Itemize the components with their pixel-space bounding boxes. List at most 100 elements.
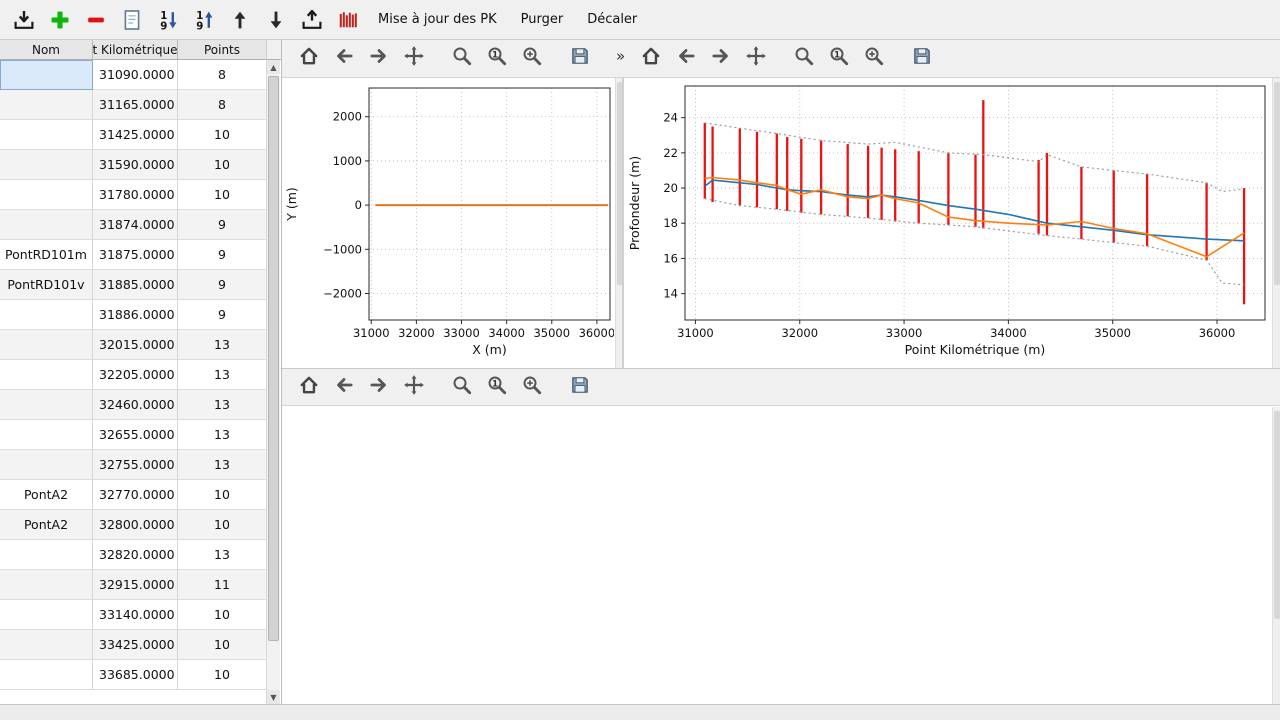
- table-cell[interactable]: PontRD101v: [0, 270, 93, 300]
- table-cell[interactable]: [0, 420, 93, 450]
- table-cell[interactable]: 31874.0000: [93, 210, 178, 240]
- edit-button[interactable]: [118, 6, 146, 34]
- table-cell[interactable]: 31090.0000: [93, 60, 178, 90]
- forward-button[interactable]: [366, 372, 392, 398]
- table-cell[interactable]: 10: [178, 660, 267, 690]
- table-cell[interactable]: 31590.0000: [93, 150, 178, 180]
- table-cell[interactable]: [0, 60, 93, 90]
- forward-button[interactable]: [708, 43, 734, 69]
- forward-button[interactable]: [366, 43, 392, 69]
- table-cell[interactable]: 8: [178, 60, 267, 90]
- table-cell[interactable]: 32820.0000: [93, 540, 178, 570]
- table-cell[interactable]: 31425.0000: [93, 120, 178, 150]
- table-cell[interactable]: 11: [178, 570, 267, 600]
- table-cell[interactable]: 13: [178, 360, 267, 390]
- table-cell[interactable]: 32015.0000: [93, 330, 178, 360]
- table-cell[interactable]: 32770.0000: [93, 480, 178, 510]
- add-button[interactable]: [46, 6, 74, 34]
- table-cell[interactable]: 10: [178, 120, 267, 150]
- table-cell[interactable]: 31885.0000: [93, 270, 178, 300]
- table-cell[interactable]: 13: [178, 540, 267, 570]
- empty-plot-area[interactable]: [282, 407, 1272, 704]
- table-cell[interactable]: 13: [178, 420, 267, 450]
- table-cell[interactable]: [0, 600, 93, 630]
- table-cell[interactable]: 32205.0000: [93, 360, 178, 390]
- table-cell[interactable]: 33140.0000: [93, 600, 178, 630]
- table-cell[interactable]: 32460.0000: [93, 390, 178, 420]
- table-cell[interactable]: 32655.0000: [93, 420, 178, 450]
- pan-button[interactable]: [743, 43, 769, 69]
- pan-button[interactable]: [401, 372, 427, 398]
- plots-divider[interactable]: [622, 78, 624, 368]
- bottom-plot-scrollbar[interactable]: [1272, 407, 1280, 704]
- table-cell[interactable]: [0, 390, 93, 420]
- update-pk-button[interactable]: Mise à jour des PK: [370, 6, 505, 33]
- table-cell[interactable]: [0, 630, 93, 660]
- zoom-button[interactable]: [791, 43, 817, 69]
- table-scrollbar[interactable]: ▲ ▼: [266, 60, 280, 704]
- table-cell[interactable]: 10: [178, 630, 267, 660]
- table-cell[interactable]: PontA2: [0, 510, 93, 540]
- sort-ascending-button[interactable]: 1 9: [190, 6, 218, 34]
- table-cell[interactable]: PontRD101m: [0, 240, 93, 270]
- table-cell[interactable]: 13: [178, 390, 267, 420]
- zoom-one-button[interactable]: 1: [484, 372, 510, 398]
- table-cell[interactable]: [0, 300, 93, 330]
- save-button[interactable]: [909, 43, 935, 69]
- home-button[interactable]: [296, 372, 322, 398]
- zoom-button[interactable]: [449, 43, 475, 69]
- move-down-button[interactable]: [262, 6, 290, 34]
- table-cell[interactable]: 13: [178, 330, 267, 360]
- table-cell[interactable]: 10: [178, 150, 267, 180]
- profile-plot-canvas[interactable]: 3100032000330003400035000360001416182022…: [625, 78, 1273, 368]
- table-cell[interactable]: 31886.0000: [93, 300, 178, 330]
- table-cell[interactable]: [0, 450, 93, 480]
- trace-plot-canvas[interactable]: 310003200033000340003500036000−2000−1000…: [282, 78, 615, 368]
- zoom-one-button[interactable]: 1: [826, 43, 852, 69]
- zoom-rect-button[interactable]: [519, 372, 545, 398]
- table-cell[interactable]: [0, 120, 93, 150]
- table-cell[interactable]: 9: [178, 240, 267, 270]
- table-cell[interactable]: 31165.0000: [93, 90, 178, 120]
- table-cell[interactable]: [0, 90, 93, 120]
- table-cell[interactable]: 32755.0000: [93, 450, 178, 480]
- table-cell[interactable]: 33425.0000: [93, 630, 178, 660]
- table-cell[interactable]: 31875.0000: [93, 240, 178, 270]
- table-cell[interactable]: 9: [178, 300, 267, 330]
- table-cell[interactable]: [0, 570, 93, 600]
- home-button[interactable]: [296, 43, 322, 69]
- save-button[interactable]: [567, 372, 593, 398]
- table-cell[interactable]: 9: [178, 210, 267, 240]
- zoom-rect-button[interactable]: [519, 43, 545, 69]
- pan-button[interactable]: [401, 43, 427, 69]
- table-cell[interactable]: 13: [178, 450, 267, 480]
- scroll-down-arrow-icon[interactable]: ▼: [267, 690, 280, 704]
- table-cell[interactable]: [0, 540, 93, 570]
- profiles-button[interactable]: [334, 6, 362, 34]
- table-cell[interactable]: 32915.0000: [93, 570, 178, 600]
- import-button[interactable]: [10, 6, 38, 34]
- back-button[interactable]: [331, 43, 357, 69]
- column-header-points[interactable]: Points: [178, 40, 267, 60]
- table-cell[interactable]: [0, 360, 93, 390]
- zoom-one-button[interactable]: 1: [484, 43, 510, 69]
- table-cell[interactable]: 8: [178, 90, 267, 120]
- table-cell[interactable]: 9: [178, 270, 267, 300]
- table-cell[interactable]: [0, 150, 93, 180]
- back-button[interactable]: [331, 372, 357, 398]
- scrollbar-thumb[interactable]: [268, 76, 279, 641]
- table-cell[interactable]: [0, 330, 93, 360]
- table-cell[interactable]: 33685.0000: [93, 660, 178, 690]
- table-cell[interactable]: 31780.0000: [93, 180, 178, 210]
- export-button[interactable]: [298, 6, 326, 34]
- table-cell[interactable]: 32800.0000: [93, 510, 178, 540]
- remove-button[interactable]: [82, 6, 110, 34]
- table-cell[interactable]: PontA2: [0, 480, 93, 510]
- table-cell[interactable]: 10: [178, 480, 267, 510]
- home-button[interactable]: [638, 43, 664, 69]
- profile-plot-scrollbar[interactable]: [1272, 78, 1280, 368]
- table-cell[interactable]: 10: [178, 180, 267, 210]
- move-up-button[interactable]: [226, 6, 254, 34]
- table-cell[interactable]: [0, 660, 93, 690]
- column-header-point-kilometrique[interactable]: t Kilométrique: [93, 40, 178, 60]
